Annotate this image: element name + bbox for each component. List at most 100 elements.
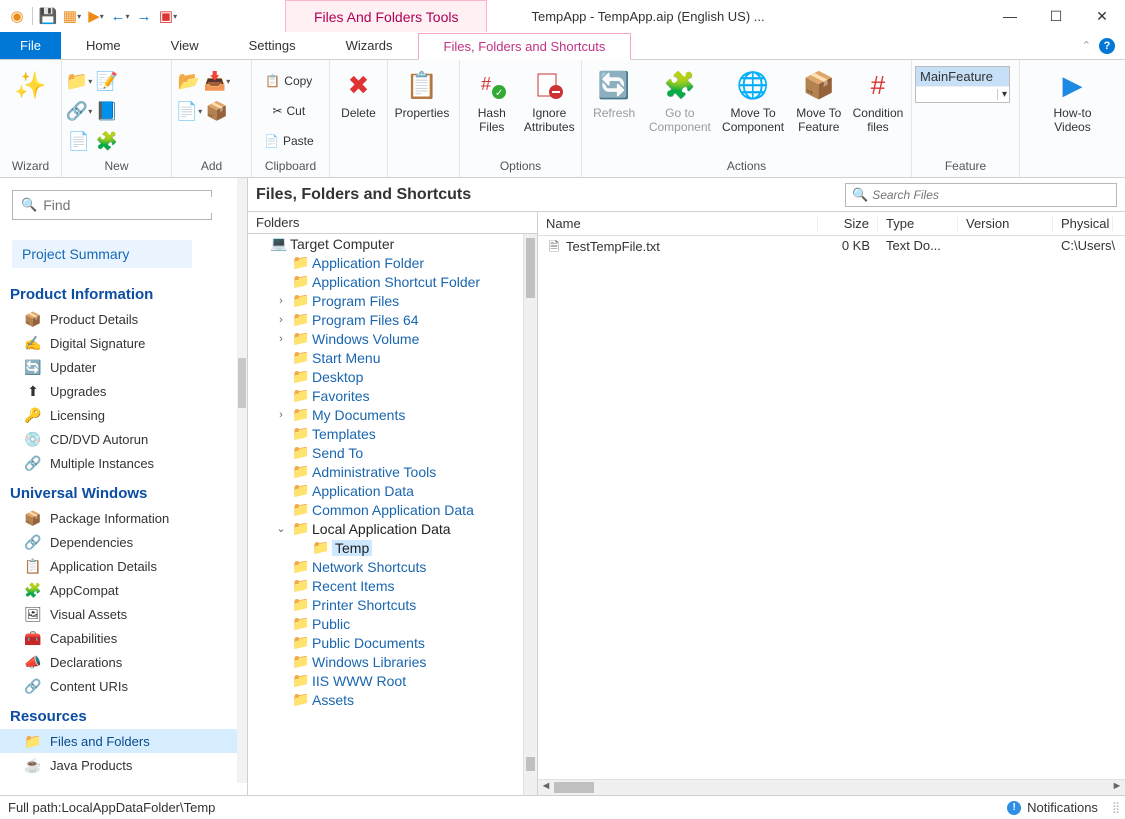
- nav-item[interactable]: 🧩AppCompat: [0, 578, 237, 602]
- files-list[interactable]: 🗎TestTempFile.txt0 KBText Do...C:\Users\: [538, 236, 1125, 779]
- hscroll-left-icon[interactable]: ◄: [538, 780, 554, 795]
- column-header[interactable]: Name: [538, 216, 818, 231]
- left-scroll-thumb[interactable]: [238, 358, 246, 408]
- new-lib-button[interactable]: 🧩: [94, 128, 120, 154]
- cut-button[interactable]: ✂ Cut: [260, 98, 318, 124]
- close-button[interactable]: ✕: [1079, 0, 1125, 32]
- tree-item[interactable]: 📁Application Folder: [248, 253, 537, 272]
- wizard-button[interactable]: ✨: [4, 64, 57, 102]
- tree-scroll-thumb-bottom[interactable]: [526, 757, 535, 771]
- tree-item[interactable]: ›📁Windows Volume: [248, 329, 537, 348]
- nav-item[interactable]: 📦Product Details: [0, 307, 237, 331]
- tree-item[interactable]: 📁Recent Items: [248, 576, 537, 595]
- back-icon[interactable]: ←▾: [109, 5, 131, 27]
- forward-icon[interactable]: →: [133, 5, 155, 27]
- nav-item[interactable]: 🔄Updater: [0, 355, 237, 379]
- nav-item[interactable]: 🔗Multiple Instances: [0, 451, 237, 475]
- tree-item[interactable]: 📁Windows Libraries: [248, 652, 537, 671]
- tree-item[interactable]: 📁Send To: [248, 443, 537, 462]
- tab-files-folders[interactable]: Files, Folders and Shortcuts: [418, 33, 632, 60]
- files-columns-header[interactable]: NameSizeTypeVersionPhysical: [538, 212, 1125, 236]
- add-files-button[interactable]: 📄▾: [176, 98, 202, 124]
- column-header[interactable]: Size: [818, 216, 878, 231]
- tree-item[interactable]: 📁Templates: [248, 424, 537, 443]
- tree-item[interactable]: 📁Application Data: [248, 481, 537, 500]
- tree-item[interactable]: 📁Common Application Data: [248, 500, 537, 519]
- save-icon[interactable]: 💾: [37, 5, 59, 27]
- minimize-button[interactable]: —: [987, 0, 1033, 32]
- nav-item[interactable]: 📁Files and Folders: [0, 729, 237, 753]
- notifications-icon[interactable]: !: [1007, 801, 1021, 815]
- tree-item[interactable]: 📁Public Documents: [248, 633, 537, 652]
- tab-wizards[interactable]: Wizards: [321, 32, 418, 59]
- tree-item[interactable]: 📁Start Menu: [248, 348, 537, 367]
- build-icon[interactable]: ▦▾: [61, 5, 83, 27]
- move-to-feature-button[interactable]: 📦Move To Feature: [791, 64, 847, 134]
- nav-item[interactable]: ☕Java Products: [0, 753, 237, 777]
- tree-item[interactable]: 📁Assets: [248, 690, 537, 709]
- file-row[interactable]: 🗎TestTempFile.txt0 KBText Do...C:\Users\: [538, 236, 1125, 262]
- nav-item[interactable]: 🔗Dependencies: [0, 530, 237, 554]
- folders-tree[interactable]: 💻Target Computer📁Application Folder📁Appl…: [248, 234, 537, 795]
- help-icon[interactable]: ?: [1099, 38, 1115, 54]
- nav-item[interactable]: 📋Application Details: [0, 554, 237, 578]
- condition-files-button[interactable]: #Condition files: [849, 64, 907, 134]
- new-shortcut-button[interactable]: 🔗▾: [66, 98, 92, 124]
- new-ini-button[interactable]: 📄: [66, 128, 92, 154]
- nav-item[interactable]: 📦Package Information: [0, 506, 237, 530]
- column-header[interactable]: Type: [878, 216, 958, 231]
- nav-item[interactable]: 💿CD/DVD Autorun: [0, 427, 237, 451]
- tree-item[interactable]: 📁IIS WWW Root: [248, 671, 537, 690]
- new-text-button[interactable]: 📝: [94, 68, 120, 94]
- find-input[interactable]: [43, 197, 224, 213]
- tree-item[interactable]: 📁Favorites: [248, 386, 537, 405]
- feature-dropdown-icon[interactable]: ▾: [997, 89, 1007, 100]
- nav-item[interactable]: 🔑Licensing: [0, 403, 237, 427]
- nav-item[interactable]: 🧰Capabilities: [0, 626, 237, 650]
- add-temp-button[interactable]: 📦: [204, 98, 230, 124]
- app-icon[interactable]: ◉: [6, 5, 28, 27]
- tree-item[interactable]: 📁Application Shortcut Folder: [248, 272, 537, 291]
- feature-selector[interactable]: MainFeature ▾: [915, 66, 1010, 103]
- tree-scroll-thumb-top[interactable]: [526, 238, 535, 298]
- tree-scrollbar[interactable]: [523, 234, 537, 795]
- copy-button[interactable]: 📋 Copy: [260, 68, 318, 94]
- delete-button[interactable]: ✖Delete: [334, 64, 383, 120]
- refresh-button[interactable]: 🔄Refresh: [586, 64, 642, 120]
- tree-item[interactable]: ⌄📁Local Application Data: [248, 519, 537, 538]
- tab-view[interactable]: View: [146, 32, 224, 59]
- tree-item[interactable]: 📁Desktop: [248, 367, 537, 386]
- tree-item[interactable]: 📁Network Shortcuts: [248, 557, 537, 576]
- tab-home[interactable]: Home: [61, 32, 146, 59]
- nav-item[interactable]: 📣Declarations: [0, 650, 237, 674]
- nav-item[interactable]: 🖼Visual Assets: [0, 602, 237, 626]
- tree-root[interactable]: 💻Target Computer: [248, 234, 537, 253]
- files-horizontal-scrollbar[interactable]: ◄ ►: [538, 779, 1125, 795]
- goto-component-button[interactable]: 🧩Go to Component: [644, 64, 715, 134]
- tree-item[interactable]: 📁Temp: [248, 538, 537, 557]
- nav-item[interactable]: ⬆Upgrades: [0, 379, 237, 403]
- tree-item[interactable]: 📁Public: [248, 614, 537, 633]
- properties-button[interactable]: 📋Properties: [392, 64, 452, 120]
- issues-icon[interactable]: ▣▾: [157, 5, 179, 27]
- ignore-attributes-button[interactable]: Ignore Attributes: [522, 64, 578, 134]
- search-files-box[interactable]: 🔍: [845, 183, 1117, 207]
- hscroll-thumb[interactable]: [554, 782, 594, 793]
- tree-item[interactable]: ›📁Program Files: [248, 291, 537, 310]
- tab-file[interactable]: File: [0, 32, 61, 59]
- tab-settings[interactable]: Settings: [224, 32, 321, 59]
- paste-button[interactable]: 📄 Paste: [260, 128, 318, 154]
- new-folder-button[interactable]: 📁▾: [66, 68, 92, 94]
- project-summary-button[interactable]: Project Summary: [12, 240, 192, 268]
- import-button[interactable]: 📥▾: [204, 68, 230, 94]
- tree-item[interactable]: ›📁My Documents: [248, 405, 537, 424]
- left-scrollbar[interactable]: [237, 178, 247, 783]
- resize-grip-icon[interactable]: ⣿: [1112, 801, 1117, 814]
- move-to-component-button[interactable]: 🌐Move To Component: [717, 64, 788, 134]
- nav-item[interactable]: ✍Digital Signature: [0, 331, 237, 355]
- tree-item[interactable]: 📁Printer Shortcuts: [248, 595, 537, 614]
- new-xml-button[interactable]: 📘: [94, 98, 120, 124]
- find-box[interactable]: 🔍: [12, 190, 212, 220]
- tree-item[interactable]: ›📁Program Files 64: [248, 310, 537, 329]
- hscroll-right-icon[interactable]: ►: [1109, 780, 1125, 795]
